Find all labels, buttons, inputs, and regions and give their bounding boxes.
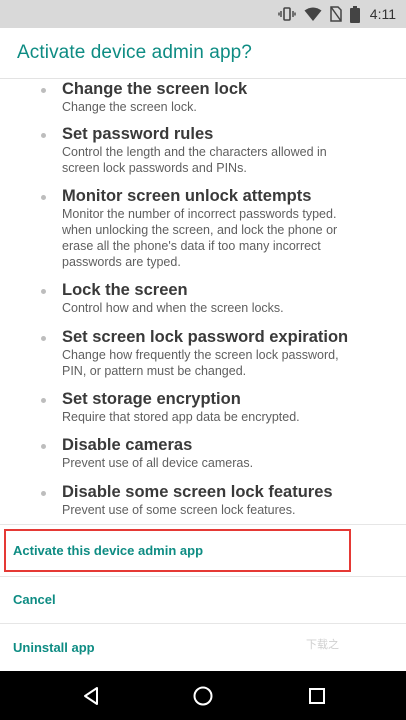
cancel-button[interactable]: Cancel (13, 592, 56, 607)
home-icon[interactable] (190, 683, 216, 709)
permission-desc-line: Control how and when the screen locks. (62, 301, 284, 315)
back-icon[interactable] (78, 683, 104, 709)
permission-title: Lock the screen (62, 281, 188, 299)
permission-desc-line: Change how frequently the screen lock pa… (62, 348, 339, 362)
permission-desc-line: erase all the phone's data if too many i… (62, 239, 321, 253)
status-bar: 4:11 (0, 0, 406, 28)
permission-item: Disable cameras Prevent use of all devic… (41, 435, 392, 471)
bullet-icon (41, 195, 46, 200)
battery-icon (349, 5, 360, 23)
permission-title: Monitor screen unlock attempts (62, 187, 312, 205)
uninstall-app-button[interactable]: Uninstall app (13, 640, 95, 655)
dialog-title: Activate device admin app? (17, 42, 252, 63)
permission-desc-line: Prevent use of some screen lock features… (62, 503, 296, 517)
bullet-icon (41, 398, 46, 403)
permission-title: Disable some screen lock features (62, 483, 333, 501)
highlight-annotation (4, 529, 351, 572)
no-sim-icon (330, 6, 342, 22)
permission-item: Disable some screen lock features Preven… (41, 482, 392, 518)
status-time: 4:11 (369, 6, 396, 22)
bullet-icon (41, 289, 46, 294)
divider (0, 524, 406, 525)
permission-title: Set password rules (62, 125, 214, 143)
permission-item: Set storage encryption Require that stor… (41, 389, 392, 425)
divider (0, 623, 406, 624)
bullet-icon (41, 133, 46, 138)
permission-desc-line: screen lock passwords and PINs. (62, 161, 247, 175)
permission-desc-line: passwords are typed. (62, 255, 181, 269)
permission-item: Monitor screen unlock attempts Monitor t… (41, 186, 392, 270)
permission-title: Disable cameras (62, 436, 193, 454)
wifi-icon (304, 7, 322, 22)
permission-desc-line: PIN, or pattern must be changed. (62, 364, 247, 378)
bullet-icon (41, 444, 46, 449)
permission-item: Set password rules Control the length an… (41, 124, 392, 176)
permission-desc-line: when unlocking the screen, and lock the … (62, 223, 338, 237)
permission-item: Change the screen lock Change the screen… (41, 79, 392, 115)
navigation-bar (0, 671, 406, 720)
divider (0, 576, 406, 577)
recents-icon[interactable] (304, 683, 330, 709)
permission-title: Set screen lock password expiration (62, 328, 349, 346)
bullet-icon (41, 336, 46, 341)
permission-desc-line: Require that stored app data be encrypte… (62, 410, 300, 424)
vibrate-icon (278, 6, 296, 22)
permission-item: Lock the screen Control how and when the… (41, 280, 392, 316)
permission-desc-line: Change the screen lock. (62, 100, 197, 114)
permission-item: Set screen lock password expiration Chan… (41, 327, 392, 379)
status-icons: 4:11 (278, 4, 396, 24)
permission-desc-line: Monitor the number of incorrect password… (62, 207, 337, 221)
permission-title: Change the screen lock (62, 80, 248, 98)
permission-desc-line: Control the length and the characters al… (62, 145, 327, 159)
permissions-list[interactable]: Change the screen lock Change the screen… (0, 79, 406, 524)
permission-desc-line: Prevent use of all device cameras. (62, 456, 254, 470)
bullet-icon (41, 88, 46, 93)
bullet-icon (41, 491, 46, 496)
permission-title: Set storage encryption (62, 390, 241, 408)
watermark: 下载之 (306, 639, 339, 651)
